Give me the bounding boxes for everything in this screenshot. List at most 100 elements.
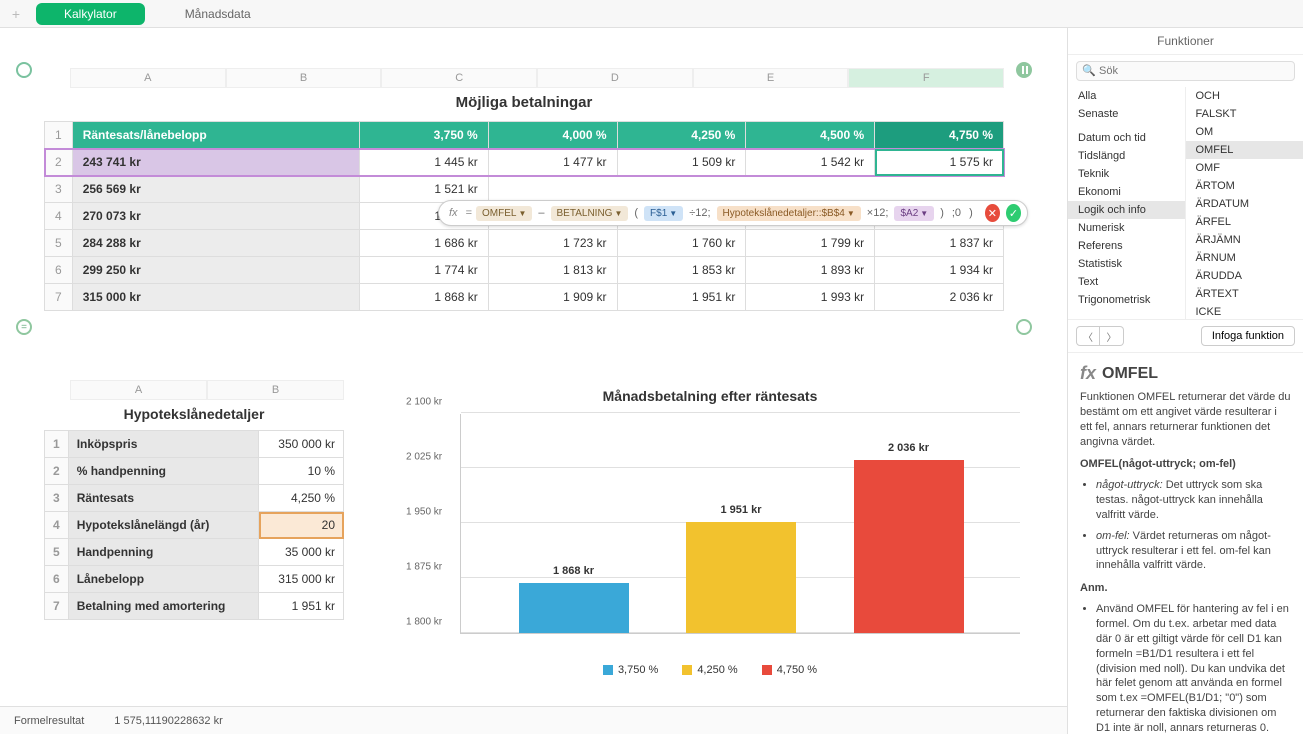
formula-token-betalning[interactable]: BETALNING▼ <box>551 206 629 221</box>
col-header-f[interactable]: F <box>848 68 1004 88</box>
help-back-button[interactable]: 〈 <box>1076 326 1100 346</box>
data-cell[interactable]: 1 445 kr <box>359 149 488 176</box>
function-item[interactable]: OM <box>1186 123 1303 141</box>
formula-ref-b4[interactable]: Hypotekslånedetaljer::$B$4▼ <box>717 206 861 221</box>
table-resize-handle[interactable] <box>1016 319 1032 335</box>
row-number[interactable]: 2 <box>45 149 73 176</box>
function-item[interactable]: ÄRNUM <box>1186 249 1303 267</box>
formula-ref-a2[interactable]: $A2▼ <box>894 206 934 221</box>
data-cell[interactable]: 1 993 kr <box>746 284 875 311</box>
amount-cell[interactable]: 270 073 kr <box>72 203 359 230</box>
category-item[interactable]: Teknik <box>1068 165 1185 183</box>
col-header-a[interactable]: A <box>70 68 226 88</box>
formula-cancel-button[interactable]: ✕ <box>985 204 1000 222</box>
col-header-d[interactable]: D <box>537 68 693 88</box>
row-number[interactable]: 1 <box>45 431 69 458</box>
row-number[interactable]: 5 <box>45 539 69 566</box>
amount-cell[interactable]: 243 741 kr <box>72 149 359 176</box>
row-number[interactable]: 4 <box>45 203 73 230</box>
data-cell[interactable]: 1 760 kr <box>617 230 746 257</box>
rate-cell[interactable]: 4,500 % <box>746 122 875 149</box>
category-item[interactable]: Datum och tid <box>1068 129 1185 147</box>
data-cell[interactable]: 1 893 kr <box>746 257 875 284</box>
function-item[interactable]: ÄRTEXT <box>1186 285 1303 303</box>
label-cell[interactable]: Räntesats <box>68 485 259 512</box>
category-item[interactable]: Ekonomi <box>1068 183 1185 201</box>
formula-token-omfel[interactable]: OMFEL▼ <box>476 206 532 221</box>
function-item[interactable]: OCH <box>1186 87 1303 105</box>
rate-cell-selected-col[interactable]: 4,750 % <box>875 122 1004 149</box>
row-number[interactable]: 1 <box>45 122 73 149</box>
data-cell[interactable]: 1 477 kr <box>488 149 617 176</box>
data-cell[interactable]: 1 934 kr <box>875 257 1004 284</box>
rate-cell[interactable]: 4,000 % <box>488 122 617 149</box>
label-cell[interactable]: Hypotekslånelängd (år) <box>68 512 259 539</box>
formula-accept-button[interactable]: ✓ <box>1006 204 1021 222</box>
data-cell[interactable]: 1 542 kr <box>746 149 875 176</box>
insert-function-button[interactable]: Infoga funktion <box>1201 326 1295 346</box>
category-item[interactable]: Statistisk <box>1068 255 1185 273</box>
category-item[interactable]: Text <box>1068 273 1185 291</box>
row-number[interactable]: 4 <box>45 512 69 539</box>
function-item[interactable]: OMFEL <box>1186 141 1303 159</box>
function-search-input[interactable] <box>1076 61 1295 81</box>
col-header-c[interactable]: C <box>381 68 537 88</box>
help-forward-button[interactable]: 〉 <box>1100 326 1124 346</box>
data-cell[interactable]: 1 813 kr <box>488 257 617 284</box>
value-cell[interactable]: 1 951 kr <box>259 593 344 620</box>
add-sheet-button[interactable]: + <box>8 6 24 22</box>
rate-cell[interactable]: 3,750 % <box>359 122 488 149</box>
row-number[interactable]: 3 <box>45 176 73 203</box>
data-cell[interactable]: 2 036 kr <box>875 284 1004 311</box>
rate-cell[interactable]: 4,250 % <box>617 122 746 149</box>
data-cell[interactable]: 1 853 kr <box>617 257 746 284</box>
data-cell[interactable]: 1 951 kr <box>617 284 746 311</box>
category-item[interactable]: Trigonometrisk <box>1068 291 1185 309</box>
category-item[interactable]: Referens <box>1068 237 1185 255</box>
col-header-e[interactable]: E <box>693 68 849 88</box>
header-cell[interactable]: Räntesats/lånebelopp <box>72 122 359 149</box>
function-item[interactable]: FALSKT <box>1186 105 1303 123</box>
tab-kalkylator[interactable]: Kalkylator <box>36 3 145 25</box>
spreadsheet-canvas[interactable]: A B C D E F Möjliga betalningar 1 Räntes… <box>0 28 1067 734</box>
value-cell[interactable]: 315 000 kr <box>259 566 344 593</box>
row-add-icon[interactable]: = <box>16 319 32 335</box>
label-cell[interactable]: Betalning med amortering <box>68 593 259 620</box>
value-cell[interactable]: 4,250 % <box>259 485 344 512</box>
data-cell[interactable]: 1 868 kr <box>359 284 488 311</box>
table-handle-icon[interactable] <box>16 62 32 78</box>
value-cell[interactable]: 35 000 kr <box>259 539 344 566</box>
active-cell[interactable]: 1 575 kr <box>875 149 1004 176</box>
label-cell[interactable]: Lånebelopp <box>68 566 259 593</box>
category-item[interactable]: Tidslängd <box>1068 147 1185 165</box>
data-cell[interactable]: 1 774 kr <box>359 257 488 284</box>
data-cell[interactable]: 1 837 kr <box>875 230 1004 257</box>
data-cell[interactable]: 1 686 kr <box>359 230 488 257</box>
data-cell[interactable]: 1 909 kr <box>488 284 617 311</box>
row-number[interactable]: 5 <box>45 230 73 257</box>
data-cell[interactable]: 1 509 kr <box>617 149 746 176</box>
category-item[interactable]: Senaste <box>1068 105 1185 123</box>
row-number[interactable]: 6 <box>45 257 73 284</box>
category-item[interactable]: Alla <box>1068 87 1185 105</box>
amount-cell[interactable]: 315 000 kr <box>72 284 359 311</box>
col-header-b[interactable]: B <box>226 68 382 88</box>
value-cell[interactable]: 350 000 kr <box>259 431 344 458</box>
tab-manadsdata[interactable]: Månadsdata <box>157 3 279 25</box>
data-cell[interactable]: 1 723 kr <box>488 230 617 257</box>
amount-cell[interactable]: 256 569 kr <box>72 176 359 203</box>
column-add-icon[interactable] <box>1016 62 1032 78</box>
highlighted-ref-cell[interactable]: 20 <box>259 512 344 539</box>
formula-editor[interactable]: fx = OMFEL▼ – BETALNING▼ ( F$1▼ ÷12; Hyp… <box>438 200 1028 226</box>
row-number[interactable]: 7 <box>45 593 69 620</box>
data-cell[interactable]: 1 521 kr <box>359 176 488 203</box>
function-item[interactable]: ÄRFEL <box>1186 213 1303 231</box>
function-item[interactable]: ICKE <box>1186 303 1303 319</box>
amount-cell[interactable]: 284 288 kr <box>72 230 359 257</box>
label-cell[interactable]: Inköpspris <box>68 431 259 458</box>
function-item[interactable]: ÄRUDDA <box>1186 267 1303 285</box>
formula-ref-f1[interactable]: F$1▼ <box>644 206 683 221</box>
function-item[interactable]: OMF <box>1186 159 1303 177</box>
row-number[interactable]: 2 <box>45 458 69 485</box>
label-cell[interactable]: Handpenning <box>68 539 259 566</box>
